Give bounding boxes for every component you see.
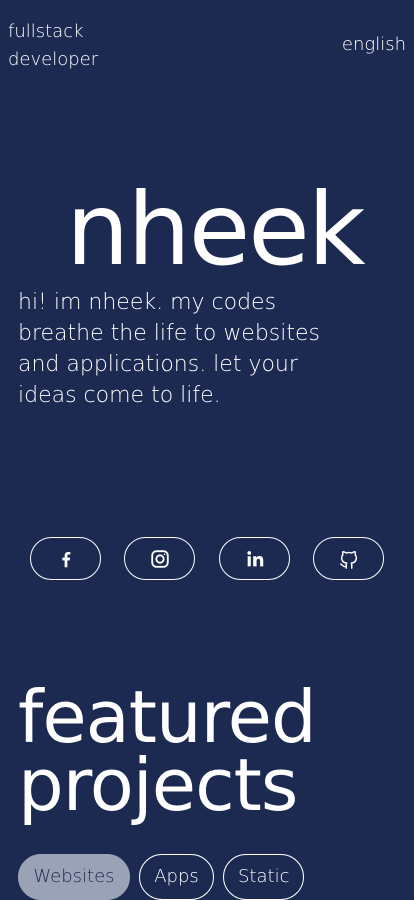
facebook-button[interactable] bbox=[30, 537, 101, 580]
featured-projects-heading: featured projects bbox=[18, 675, 317, 827]
hero-name: nheek bbox=[66, 171, 366, 288]
role-line-2: developer bbox=[8, 49, 99, 70]
instagram-button[interactable] bbox=[124, 537, 195, 580]
social-links bbox=[30, 537, 384, 582]
facebook-icon bbox=[61, 551, 70, 567]
github-button[interactable] bbox=[313, 537, 384, 580]
featured-heading-line-1: featured bbox=[18, 675, 317, 759]
featured-heading-line-2: projects bbox=[18, 743, 298, 827]
hero-intro: hi! im nheek. my codes breathe the life … bbox=[18, 290, 321, 408]
role-title: fullstack developer bbox=[8, 18, 98, 74]
filter-static[interactable]: Static bbox=[223, 854, 304, 900]
language-toggle[interactable]: english bbox=[342, 33, 406, 57]
linkedin-icon bbox=[246, 550, 263, 566]
role-line-1: fullstack bbox=[8, 21, 84, 42]
instagram-icon bbox=[150, 549, 169, 568]
filter-websites[interactable]: Websites bbox=[18, 854, 130, 900]
header: fullstack developer english bbox=[0, 0, 414, 90]
linkedin-button[interactable] bbox=[219, 537, 290, 580]
github-icon bbox=[339, 550, 357, 569]
filter-apps[interactable]: Apps bbox=[139, 854, 214, 900]
